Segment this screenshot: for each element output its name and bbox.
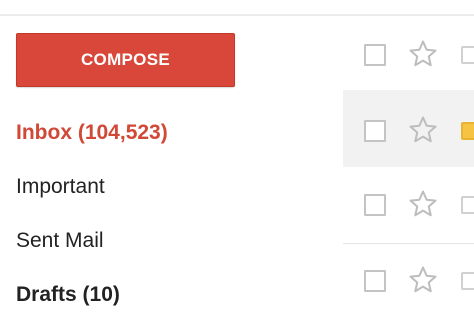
label-chip bbox=[461, 272, 474, 290]
star-icon[interactable] bbox=[408, 115, 438, 145]
compose-button[interactable]: COMPOSE bbox=[16, 33, 235, 87]
message-row[interactable] bbox=[343, 167, 474, 244]
sidebar-item-important[interactable]: Important bbox=[16, 160, 316, 214]
message-checkbox[interactable] bbox=[364, 44, 386, 66]
message-list bbox=[343, 16, 474, 314]
message-checkbox[interactable] bbox=[364, 270, 386, 292]
star-icon[interactable] bbox=[408, 39, 438, 69]
important-marker-icon[interactable] bbox=[461, 122, 474, 140]
message-checkbox[interactable] bbox=[364, 120, 386, 142]
sidebar-item-inbox[interactable]: Inbox (104,523) bbox=[16, 106, 316, 160]
sidebar-item-drafts[interactable]: Drafts (10) bbox=[16, 268, 316, 314]
label-chip bbox=[461, 196, 474, 214]
message-row[interactable] bbox=[343, 244, 474, 314]
sidebar-item-sent-mail[interactable]: Sent Mail bbox=[16, 214, 316, 268]
label-chip bbox=[461, 46, 474, 64]
star-icon[interactable] bbox=[408, 189, 438, 219]
gmail-page: COMPOSE Inbox (104,523) Important Sent M… bbox=[0, 0, 474, 314]
message-checkbox[interactable] bbox=[364, 194, 386, 216]
star-icon[interactable] bbox=[408, 265, 438, 295]
message-row[interactable] bbox=[343, 16, 474, 90]
message-row[interactable] bbox=[343, 90, 474, 167]
sidebar-nav: Inbox (104,523) Important Sent Mail Draf… bbox=[16, 106, 316, 314]
